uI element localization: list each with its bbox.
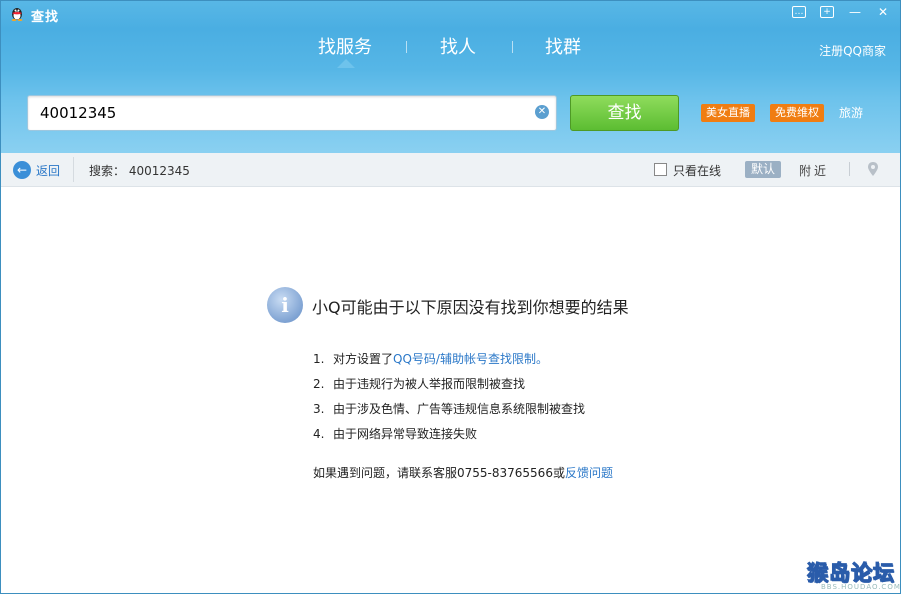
active-tab-indicator [337, 59, 355, 68]
register-merchant-link[interactable]: 注册QQ商家 [819, 42, 886, 59]
feedback-icon[interactable]: … [788, 3, 810, 21]
close-icon[interactable]: ✕ [872, 3, 894, 21]
search-query-label: 搜索： 40012345 [89, 164, 190, 178]
info-icon: i [267, 287, 303, 323]
search-button[interactable]: 查找 [570, 95, 679, 131]
tab-divider [512, 41, 513, 53]
back-arrow-icon[interactable]: ← [13, 161, 31, 179]
contact-line: 如果遇到问题，请联系客服0755-83765566或反馈问题 [313, 466, 613, 480]
reason-item: 4. 由于网络异常导致连接失败 [313, 427, 478, 441]
no-result-title: 小Q可能由于以下原因没有找到你想要的结果 [312, 298, 629, 317]
tab-find-service[interactable]: 找服务 [318, 33, 372, 59]
header: 查找 … + — ✕ 找服务 找人 找群 注册QQ商家 ✕ 查找 美女直播 免费… [1, 1, 900, 153]
tab-find-group[interactable]: 找群 [545, 33, 581, 59]
back-button[interactable]: 返回 [36, 162, 60, 179]
reason-list: 1. 对方设置了QQ号码/辅助帐号查找限制。 2. 由于违规行为被人举报而限制被查找… [313, 350, 585, 450]
travel-link[interactable]: 旅游 [839, 104, 863, 121]
tab-bar: 找服务 找人 找群 [1, 29, 900, 69]
search-limit-link[interactable]: QQ号码/辅助帐号查找限制。 [393, 352, 548, 366]
search-box: ✕ [27, 95, 557, 131]
reason-item: 2. 由于违规行为被人举报而限制被查找 [313, 377, 526, 391]
toolbar-divider [73, 157, 74, 182]
site-watermark: 猴岛论坛 BBS.HOUDAO.COM [807, 561, 901, 592]
window-title: 查找 [31, 10, 60, 25]
reason-item: 1. 对方设置了QQ号码/辅助帐号查找限制。 [313, 352, 548, 366]
feedback-link[interactable]: 反馈问题 [565, 466, 613, 480]
clear-icon[interactable]: ✕ [535, 105, 549, 119]
result-toolbar: ← 返回 搜索： 40012345 只看在线 默认 附近 [1, 153, 900, 187]
toolbar-divider [849, 162, 850, 176]
sort-default-button[interactable]: 默认 [745, 161, 781, 178]
qq-find-window: 查找 … + — ✕ 找服务 找人 找群 注册QQ商家 ✕ 查找 美女直播 免费… [0, 0, 901, 594]
location-pin-icon[interactable] [868, 162, 878, 176]
skin-icon[interactable]: + [816, 3, 838, 21]
online-only-checkbox[interactable] [654, 163, 667, 176]
tab-divider [406, 41, 407, 53]
search-input[interactable] [40, 103, 520, 123]
minimize-icon[interactable]: — [844, 3, 866, 21]
online-only-label[interactable]: 只看在线 [673, 162, 721, 179]
qq-logo-icon [11, 8, 23, 21]
tab-find-people[interactable]: 找人 [440, 33, 476, 59]
promo-free-rights-link[interactable]: 免费维权 [770, 104, 824, 122]
sort-nearby-button[interactable]: 附近 [799, 162, 829, 179]
window-controls: … + — ✕ [782, 3, 894, 21]
promo-live-stream-link[interactable]: 美女直播 [701, 104, 755, 122]
reason-item: 3. 由于涉及色情、广告等违规信息系统限制被查找 [313, 402, 586, 416]
